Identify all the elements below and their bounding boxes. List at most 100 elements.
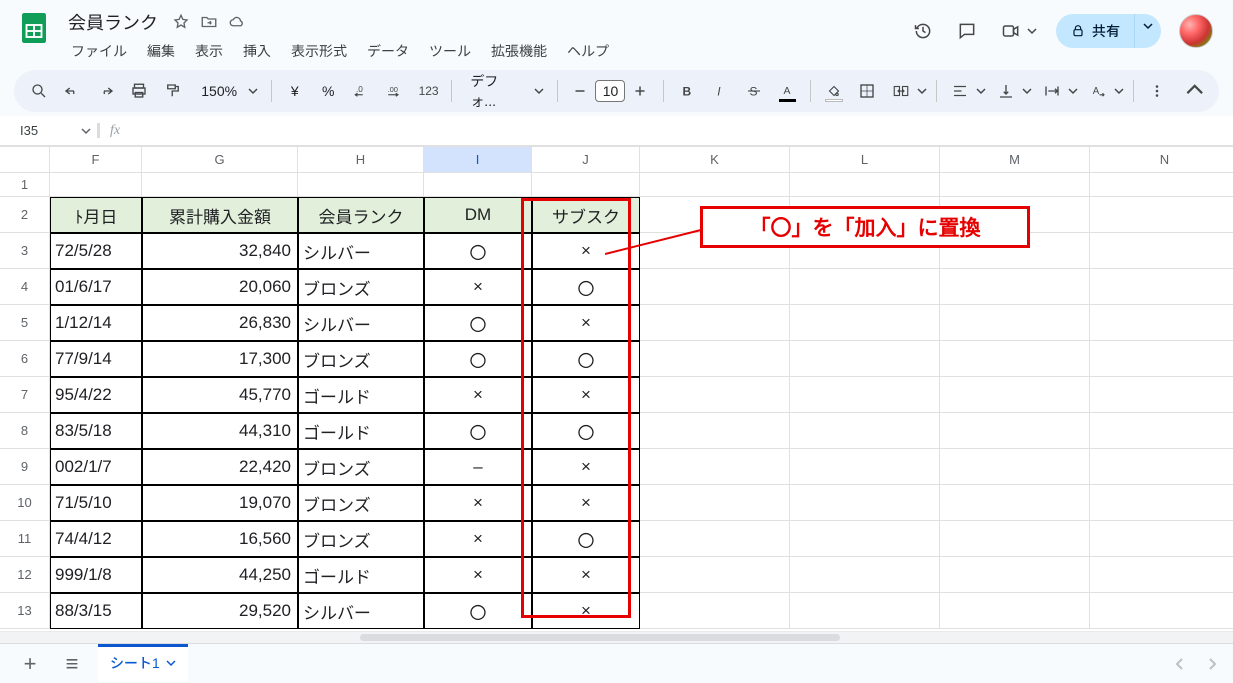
- cell[interactable]: [640, 269, 790, 305]
- column-header-H[interactable]: H: [298, 147, 424, 173]
- cell-I4[interactable]: ×: [424, 269, 532, 305]
- menu-tools[interactable]: ツール: [422, 38, 478, 64]
- cell[interactable]: [640, 341, 790, 377]
- cell-I12[interactable]: ×: [424, 557, 532, 593]
- cell-I10[interactable]: ×: [424, 485, 532, 521]
- cell[interactable]: [790, 269, 940, 305]
- font-dropdown-icon[interactable]: [533, 86, 545, 96]
- currency-button[interactable]: ¥: [280, 76, 309, 106]
- cell[interactable]: [790, 449, 940, 485]
- cell-J5[interactable]: ×: [532, 305, 640, 341]
- cell-H4[interactable]: ブロンズ: [298, 269, 424, 305]
- column-header-N[interactable]: N: [1090, 147, 1233, 173]
- row-header-12[interactable]: 12: [0, 557, 50, 593]
- cell-G6[interactable]: 17,300: [142, 341, 298, 377]
- cell-H7[interactable]: ゴールド: [298, 377, 424, 413]
- fontsize-input[interactable]: 10: [595, 80, 625, 102]
- menu-data[interactable]: データ: [360, 38, 416, 64]
- table-header-G[interactable]: 累計購入金額: [142, 197, 298, 233]
- cell-F3[interactable]: 72/5/28: [50, 233, 142, 269]
- decrease-decimal-button[interactable]: .0: [347, 76, 376, 106]
- cell-I8[interactable]: 〇: [424, 413, 532, 449]
- cell[interactable]: [1090, 593, 1233, 629]
- cell-J12[interactable]: ×: [532, 557, 640, 593]
- cell-I7[interactable]: ×: [424, 377, 532, 413]
- table-header-F[interactable]: ﾄ月日: [50, 197, 142, 233]
- text-wrap-button[interactable]: [1037, 76, 1067, 106]
- horizontal-scrollbar[interactable]: [0, 631, 1233, 643]
- cell-H11[interactable]: ブロンズ: [298, 521, 424, 557]
- cell-I6[interactable]: 〇: [424, 341, 532, 377]
- cell-F11[interactable]: 74/4/12: [50, 521, 142, 557]
- cell-I9[interactable]: –: [424, 449, 532, 485]
- cell-F4[interactable]: 01/6/17: [50, 269, 142, 305]
- merge-cells-button[interactable]: [886, 76, 916, 106]
- cell[interactable]: [940, 413, 1090, 449]
- cell-H8[interactable]: ゴールド: [298, 413, 424, 449]
- menu-extensions[interactable]: 拡張機能: [484, 38, 554, 64]
- row-header-1[interactable]: 1: [0, 173, 50, 197]
- merge-dropdown-icon[interactable]: [916, 86, 928, 96]
- halign-dropdown-icon[interactable]: [975, 86, 987, 96]
- star-icon[interactable]: [172, 13, 190, 31]
- row-header-8[interactable]: 8: [0, 413, 50, 449]
- grid[interactable]: FGHIJKLMN12ﾄ月日累計購入金額会員ランクDMサブスク372/5/283…: [0, 146, 1233, 631]
- cell[interactable]: [790, 593, 940, 629]
- cell-J4[interactable]: 〇: [532, 269, 640, 305]
- cell-G12[interactable]: 44,250: [142, 557, 298, 593]
- column-header-G[interactable]: G: [142, 147, 298, 173]
- cell[interactable]: [640, 413, 790, 449]
- history-icon[interactable]: [910, 18, 936, 44]
- column-header-K[interactable]: K: [640, 147, 790, 173]
- share-button[interactable]: 共有: [1056, 14, 1134, 48]
- cell[interactable]: [1090, 449, 1233, 485]
- table-header-I[interactable]: DM: [424, 197, 532, 233]
- cell[interactable]: [1090, 305, 1233, 341]
- cell[interactable]: [424, 173, 532, 197]
- cell[interactable]: [940, 269, 1090, 305]
- all-sheets-button[interactable]: ≡: [56, 648, 88, 680]
- cell[interactable]: [790, 521, 940, 557]
- vertical-align-button[interactable]: [991, 76, 1021, 106]
- cell-J8[interactable]: 〇: [532, 413, 640, 449]
- cell[interactable]: [940, 341, 1090, 377]
- table-header-H[interactable]: 会員ランク: [298, 197, 424, 233]
- cell-G13[interactable]: 29,520: [142, 593, 298, 629]
- cell[interactable]: [640, 377, 790, 413]
- cell[interactable]: [640, 521, 790, 557]
- tab-nav-right-icon[interactable]: [1205, 657, 1219, 671]
- cell-G9[interactable]: 22,420: [142, 449, 298, 485]
- cell[interactable]: [1090, 341, 1233, 377]
- cell-H3[interactable]: シルバー: [298, 233, 424, 269]
- cloud-status-icon[interactable]: [228, 13, 246, 31]
- column-header-J[interactable]: J: [532, 147, 640, 173]
- cell-I13[interactable]: 〇: [424, 593, 532, 629]
- rotation-dropdown-icon[interactable]: [1113, 86, 1125, 96]
- cell-I11[interactable]: ×: [424, 521, 532, 557]
- cell[interactable]: [640, 449, 790, 485]
- cell[interactable]: [1090, 485, 1233, 521]
- meet-dropdown-icon[interactable]: [1026, 26, 1038, 36]
- cell-J13[interactable]: ×: [532, 593, 640, 629]
- row-header-7[interactable]: 7: [0, 377, 50, 413]
- cell[interactable]: [940, 449, 1090, 485]
- cell[interactable]: [790, 485, 940, 521]
- collapse-toolbar-icon[interactable]: [1180, 76, 1209, 106]
- name-box[interactable]: I35: [20, 123, 38, 138]
- row-header-3[interactable]: 3: [0, 233, 50, 269]
- namebox-dropdown-icon[interactable]: [81, 126, 91, 136]
- select-all-cell[interactable]: [0, 147, 50, 173]
- zoom-level[interactable]: 150%: [195, 83, 243, 99]
- cell-I5[interactable]: 〇: [424, 305, 532, 341]
- cell[interactable]: [1090, 377, 1233, 413]
- row-header-5[interactable]: 5: [0, 305, 50, 341]
- cell-G10[interactable]: 19,070: [142, 485, 298, 521]
- cell[interactable]: [1090, 269, 1233, 305]
- cell-F13[interactable]: 88/3/15: [50, 593, 142, 629]
- increase-decimal-button[interactable]: .00: [380, 76, 409, 106]
- cell-F8[interactable]: 83/5/18: [50, 413, 142, 449]
- cell[interactable]: [940, 305, 1090, 341]
- menu-file[interactable]: ファイル: [64, 38, 134, 64]
- cell[interactable]: [142, 173, 298, 197]
- cell[interactable]: [50, 173, 142, 197]
